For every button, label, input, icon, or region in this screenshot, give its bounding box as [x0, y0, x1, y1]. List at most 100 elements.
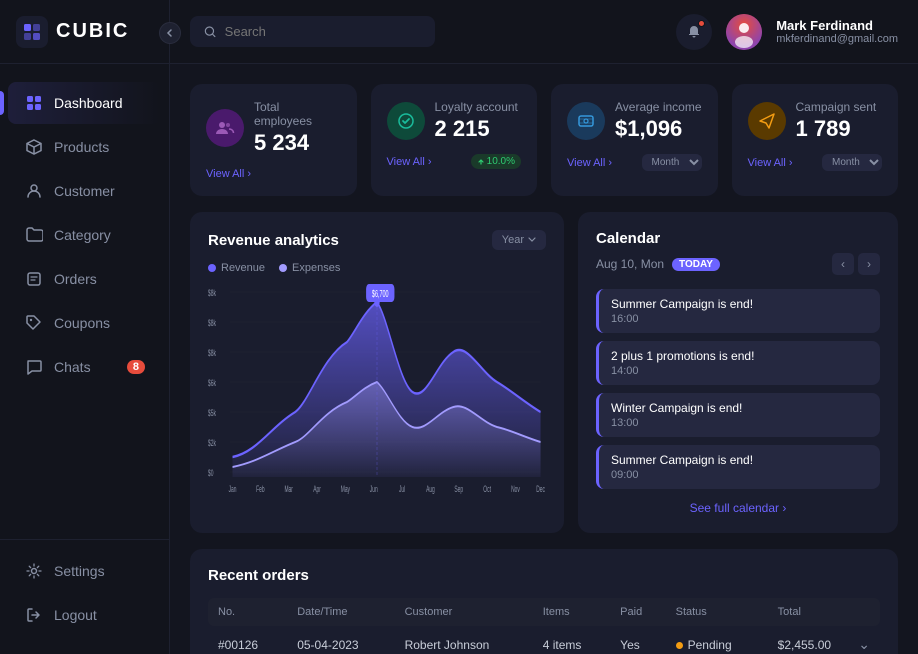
- sidebar-item-label: Logout: [54, 607, 97, 623]
- stat-label: Campaign sent: [796, 100, 877, 114]
- sidebar-collapse-button[interactable]: [159, 22, 181, 44]
- svg-text:$0: $0: [208, 467, 213, 478]
- svg-text:$5k: $5k: [208, 407, 216, 418]
- legend-revenue: Revenue: [208, 262, 265, 274]
- event-time: 16:00: [611, 313, 868, 325]
- user-info: Mark Ferdinand mkferdinand@gmail.com: [776, 18, 898, 45]
- folder-icon: [24, 225, 44, 245]
- svg-text:Jul: Jul: [399, 483, 406, 494]
- campaign-icon: [748, 102, 786, 140]
- header: Mark Ferdinand mkferdinand@gmail.com: [170, 0, 918, 64]
- sidebar-item-label: Category: [54, 227, 111, 243]
- view-all-employees[interactable]: View All ›: [206, 168, 251, 180]
- header-actions: Mark Ferdinand mkferdinand@gmail.com: [676, 14, 898, 50]
- gear-icon: [24, 561, 44, 581]
- sidebar-item-products[interactable]: Products: [8, 126, 161, 168]
- calendar-title: Calendar: [596, 230, 660, 247]
- stat-label: Loyalty account: [435, 100, 518, 114]
- stat-value: 2 215: [435, 116, 518, 142]
- order-paid: Yes: [610, 626, 665, 654]
- order-items: 4 items: [533, 626, 610, 654]
- chats-badge: 8: [127, 360, 145, 374]
- search-box[interactable]: [190, 16, 435, 47]
- employees-icon: [206, 109, 244, 147]
- svg-text:Oct: Oct: [483, 483, 491, 494]
- legend-expenses: Expenses: [279, 262, 340, 274]
- user-email: mkferdinand@gmail.com: [776, 33, 898, 45]
- calendar-event-1: 2 plus 1 promotions is end! 14:00: [596, 341, 880, 385]
- notification-button[interactable]: [676, 14, 712, 50]
- calendar-date: Aug 10, Mon: [596, 257, 664, 271]
- tag-icon: [24, 313, 44, 333]
- order-date: 05-04-2023: [287, 626, 394, 654]
- event-time: 13:00: [611, 417, 868, 429]
- year-select-button[interactable]: Year: [492, 230, 546, 250]
- see-full-calendar-link[interactable]: See full calendar ›: [596, 501, 880, 515]
- logo-icon: [16, 16, 48, 48]
- col-total: Total: [768, 598, 880, 626]
- recent-orders-card: Recent orders No. Date/Time Customer Ite…: [190, 549, 898, 654]
- event-title: Summer Campaign is end!: [611, 453, 868, 467]
- col-customer: Customer: [395, 598, 533, 626]
- svg-text:$8k: $8k: [208, 347, 216, 358]
- event-time: 09:00: [611, 469, 868, 481]
- stat-value: 1 789: [796, 116, 877, 142]
- svg-text:$6k: $6k: [208, 377, 216, 388]
- grid-icon: [24, 93, 44, 113]
- campaign-month-select[interactable]: Month Year: [822, 154, 882, 171]
- col-datetime: Date/Time: [287, 598, 394, 626]
- stat-card-employees: Total employees 5 234 View All ›: [190, 84, 357, 196]
- sidebar-item-orders[interactable]: Orders: [8, 258, 161, 300]
- view-all-campaign[interactable]: View All ›: [748, 157, 793, 169]
- calendar-next-button[interactable]: ›: [858, 253, 880, 275]
- revenue-chart-card: Revenue analytics Year Revenue Expenses: [190, 212, 564, 533]
- svg-text:Nov: Nov: [511, 483, 520, 494]
- dashboard: Total employees 5 234 View All ›: [170, 64, 918, 654]
- order-expand-button[interactable]: ⌄: [858, 636, 870, 653]
- event-title: 2 plus 1 promotions is end!: [611, 349, 868, 363]
- sidebar-item-chats[interactable]: Chats 8: [8, 346, 161, 388]
- stat-value: $1,096: [615, 116, 702, 142]
- svg-text:May: May: [341, 483, 351, 494]
- svg-text:$8k: $8k: [208, 317, 216, 328]
- col-no: No.: [208, 598, 287, 626]
- stats-row: Total employees 5 234 View All ›: [190, 84, 898, 196]
- charts-row: Revenue analytics Year Revenue Expenses: [190, 212, 898, 533]
- exit-icon: [24, 605, 44, 625]
- sidebar-item-customer[interactable]: Customer: [8, 170, 161, 212]
- order-no: #00126: [208, 626, 287, 654]
- stat-card-loyalty: Loyalty account 2 215 View All › 10.0%: [371, 84, 538, 196]
- search-input[interactable]: [225, 24, 421, 39]
- sidebar-item-label: Customer: [54, 183, 115, 199]
- calendar-nav: ‹ ›: [832, 253, 880, 275]
- orders-title: Recent orders: [208, 567, 880, 584]
- chart-title: Revenue analytics: [208, 232, 339, 249]
- svg-text:Jan: Jan: [229, 483, 237, 494]
- calendar-event-2: Winter Campaign is end! 13:00: [596, 393, 880, 437]
- avatar: [726, 14, 762, 50]
- table-row: #00126 05-04-2023 Robert Johnson 4 items…: [208, 626, 880, 654]
- income-month-select[interactable]: Month Year: [642, 154, 702, 171]
- svg-text:$6,700: $6,700: [372, 288, 389, 299]
- sidebar-item-label: Products: [54, 139, 109, 155]
- view-all-loyalty[interactable]: View All ›: [387, 156, 432, 168]
- sidebar-bottom: Settings Logout: [0, 539, 169, 654]
- sidebar-item-dashboard[interactable]: Dashboard: [8, 82, 161, 124]
- svg-text:$8k: $8k: [208, 287, 216, 298]
- view-all-income[interactable]: View All ›: [567, 157, 612, 169]
- income-icon: [567, 102, 605, 140]
- svg-text:$2k: $2k: [208, 437, 216, 448]
- calendar-prev-button[interactable]: ‹: [832, 253, 854, 275]
- svg-text:Dec: Dec: [536, 483, 545, 494]
- calendar-event-3: Summer Campaign is end! 09:00: [596, 445, 880, 489]
- sidebar-item-logout[interactable]: Logout: [8, 594, 161, 636]
- user-name: Mark Ferdinand: [776, 18, 898, 33]
- main-content: Mark Ferdinand mkferdinand@gmail.com: [170, 0, 918, 654]
- stat-value: 5 234: [254, 130, 341, 156]
- sidebar-item-settings[interactable]: Settings: [8, 550, 161, 592]
- calendar-date-row: Aug 10, Mon TODAY ‹ ›: [596, 253, 880, 275]
- event-title: Winter Campaign is end!: [611, 401, 868, 415]
- sidebar-item-category[interactable]: Category: [8, 214, 161, 256]
- sidebar-item-coupons[interactable]: Coupons: [8, 302, 161, 344]
- chart-legend: Revenue Expenses: [208, 262, 546, 274]
